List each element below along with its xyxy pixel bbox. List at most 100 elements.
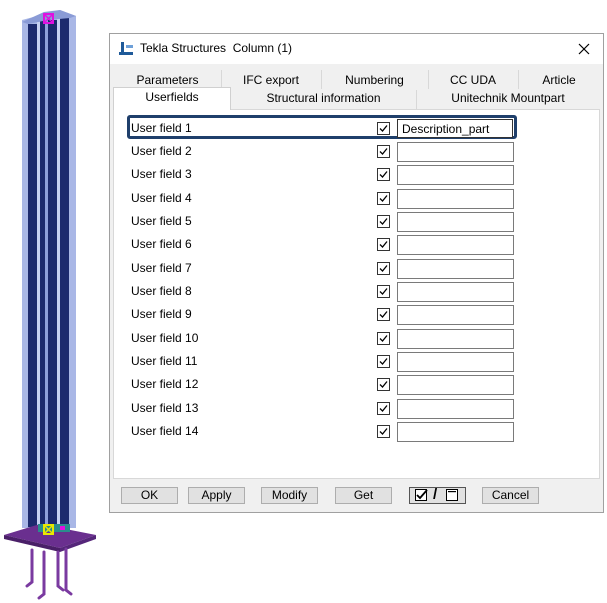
button-label: Get [353, 488, 374, 502]
toggle-separator: / [433, 486, 438, 503]
user-field-label: User field 13 [131, 401, 199, 415]
user-field-input[interactable] [397, 142, 514, 162]
get-button[interactable]: Get [335, 487, 392, 504]
user-field-label: User field 9 [131, 307, 192, 321]
user-field-label: User field 1 [131, 121, 192, 135]
user-field-input[interactable] [397, 399, 514, 419]
user-field-checkbox[interactable] [377, 262, 390, 275]
apply-button[interactable]: Apply [188, 487, 245, 504]
user-field-label: User field 11 [131, 354, 198, 368]
user-field-checkbox[interactable] [377, 122, 390, 135]
column-flange-right [70, 18, 76, 528]
tab-article[interactable]: Article [518, 70, 600, 90]
checkmark-icon [379, 288, 388, 295]
checkmark-icon [379, 311, 388, 318]
tab-label: Unitechnik Mountpart [451, 91, 565, 105]
checkmark-icon [379, 335, 388, 342]
user-field-checkbox[interactable] [377, 355, 390, 368]
tab-structural-information[interactable]: Structural information [231, 89, 416, 108]
cancel-button[interactable]: Cancel [482, 487, 539, 504]
tab-userfields[interactable]: Userfields [113, 87, 231, 110]
user-field-checkbox[interactable] [377, 402, 390, 415]
tab-separator [428, 70, 429, 89]
user-field-checkbox[interactable] [377, 378, 390, 391]
tab-unitechnik-mountpart[interactable]: Unitechnik Mountpart [416, 89, 600, 108]
tab-separator [416, 90, 417, 109]
user-field-input[interactable] [397, 282, 514, 302]
user-field-label: User field 10 [131, 331, 199, 345]
button-label: OK [140, 488, 159, 502]
checkmark-icon [379, 195, 388, 202]
user-field-input[interactable] [397, 352, 514, 372]
window-title: Tekla Structures Column (1) [140, 41, 293, 55]
user-field-checkbox[interactable] [377, 425, 390, 438]
user-field-input[interactable] [397, 119, 513, 138]
checked-box-icon [415, 489, 428, 501]
user-field-label: User field 6 [131, 237, 192, 251]
tab-label: CC UDA [449, 73, 496, 87]
tab-label: Parameters [136, 73, 199, 87]
user-field-checkbox[interactable] [377, 215, 390, 228]
button-label: Apply [201, 488, 232, 502]
user-field-label: User field 3 [131, 167, 192, 181]
user-field-checkbox[interactable] [377, 192, 390, 205]
anchor-bolts [25, 547, 73, 600]
user-field-label: User field 12 [131, 377, 199, 391]
checkmark-icon [379, 125, 388, 132]
user-field-input[interactable] [397, 165, 514, 185]
column-web-edge [37, 22, 40, 527]
user-field-checkbox[interactable] [377, 308, 390, 321]
checkmark-icon [379, 358, 388, 365]
column-panel [60, 16, 69, 527]
column-panel [48, 20, 57, 527]
user-field-label: User field 8 [131, 284, 192, 298]
user-field-input[interactable] [397, 235, 514, 255]
modify-button[interactable]: Modify [261, 487, 318, 504]
tab-numbering[interactable]: Numbering [321, 70, 428, 90]
user-field-label: User field 4 [131, 191, 192, 205]
node-dot [60, 526, 65, 530]
userfields-panel: User field 1 User field 2 User field 3 U… [113, 109, 600, 479]
button-label: Modify [271, 488, 308, 502]
user-field-checkbox[interactable] [377, 285, 390, 298]
tab-label: Userfields [145, 90, 199, 104]
user-field-input[interactable] [397, 422, 514, 442]
close-icon [578, 43, 590, 55]
user-field-input[interactable] [397, 189, 514, 209]
column-properties-dialog: Tekla Structures Column (1) Parameters I… [109, 33, 604, 513]
checkmark-icon [379, 148, 388, 155]
tab-cc-uda[interactable]: CC UDA [428, 70, 518, 90]
ok-button[interactable]: OK [121, 487, 178, 504]
checkmark-icon [379, 381, 388, 388]
column-web-edge [57, 18, 60, 527]
user-field-checkbox[interactable] [377, 168, 390, 181]
user-field-input[interactable] [397, 212, 514, 232]
tab-separator [518, 70, 519, 89]
tab-label: IFC export [242, 73, 299, 87]
user-field-checkbox[interactable] [377, 332, 390, 345]
user-field-label: User field 2 [131, 144, 192, 158]
user-field-label: User field 14 [131, 424, 199, 438]
title-bar[interactable]: Tekla Structures Column (1) [110, 34, 603, 64]
checkmark-icon [379, 405, 388, 412]
toggle-all-checkboxes-button[interactable]: / [409, 487, 466, 504]
column-3d-model[interactable] [0, 0, 110, 603]
user-field-label: User field 5 [131, 214, 192, 228]
user-field-checkbox[interactable] [377, 238, 390, 251]
column-flange-left [22, 22, 28, 527]
user-field-input[interactable] [397, 305, 514, 325]
tab-ifc-export[interactable]: IFC export [221, 70, 321, 90]
user-field-input[interactable] [397, 329, 514, 349]
checkmark-icon [379, 428, 388, 435]
tekla-column-icon [119, 42, 133, 55]
tab-label: Numbering [345, 73, 404, 87]
close-button[interactable] [573, 38, 595, 60]
checkmark-icon [379, 265, 388, 272]
user-field-input[interactable] [397, 259, 514, 279]
checkmark-icon [379, 171, 388, 178]
checkmark-icon [379, 218, 388, 225]
user-field-input[interactable] [397, 375, 514, 395]
tab-separator [321, 70, 322, 89]
tab-label: Structural information [266, 91, 381, 105]
user-field-checkbox[interactable] [377, 145, 390, 158]
